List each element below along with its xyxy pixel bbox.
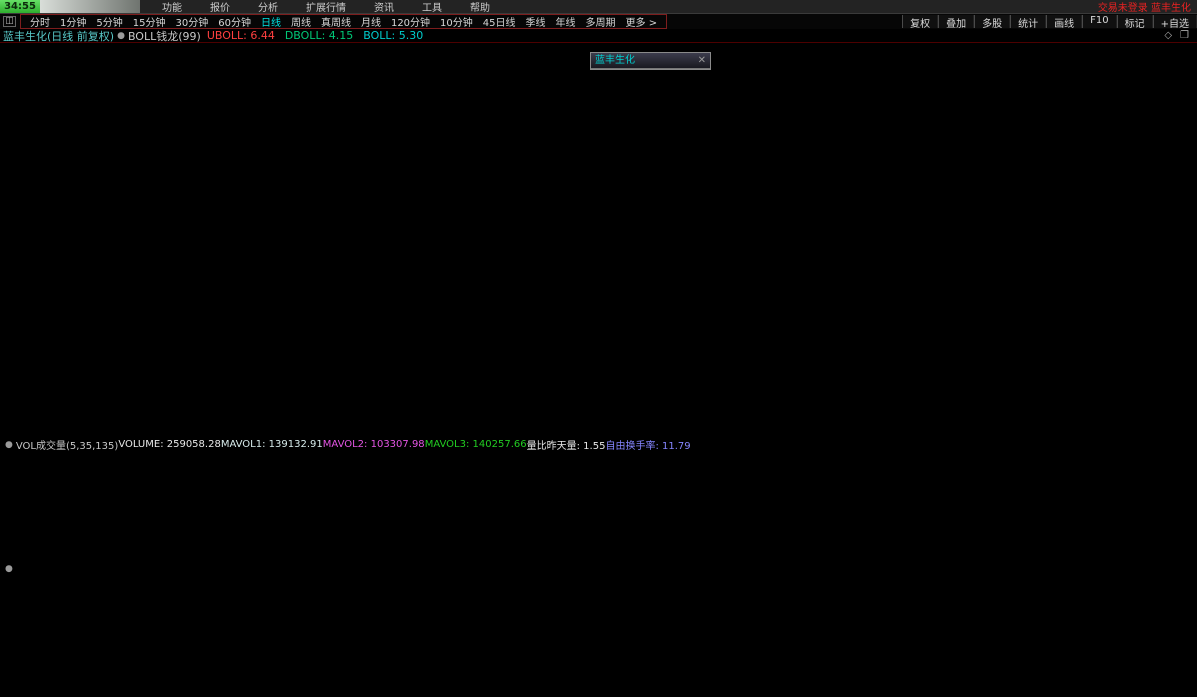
login-status[interactable]: 交易未登录 蓝丰生化: [1098, 0, 1191, 14]
popup-title-bar[interactable]: 蓝丰生化 ✕: [591, 53, 710, 69]
close-icon[interactable]: ✕: [698, 53, 706, 68]
titlebar-right-icons: ◇ ❐: [1164, 30, 1189, 41]
vol-header-item: 自由换手率: 11.79: [605, 437, 690, 452]
period-tab-季线[interactable]: 季线: [521, 14, 551, 29]
toolbar-button-F10[interactable]: F10: [1082, 15, 1116, 28]
menu-bar: 34:55 功能报价分析扩展行情资讯工具帮助 交易未登录 蓝丰生化: [0, 0, 1197, 14]
period-tab-周线[interactable]: 周线: [286, 14, 316, 29]
vol-header-item: MAVOL3: 140257.66: [425, 439, 527, 450]
toolbar-button-复权[interactable]: 复权: [902, 15, 938, 28]
chip-pane-header: ●: [2, 564, 16, 574]
toolbar-button-叠加[interactable]: 叠加: [938, 15, 974, 28]
period-tab-10分钟[interactable]: 10分钟: [435, 14, 478, 29]
diamond-icon[interactable]: ◇: [1164, 30, 1172, 41]
toolbar-button-多股[interactable]: 多股: [974, 15, 1010, 28]
pane-toggle-icon[interactable]: ●: [5, 440, 13, 450]
boll-value-DBOLL: DBOLL: 4.15: [285, 29, 353, 42]
window-split-icon[interactable]: ◫: [3, 16, 16, 27]
vol-header-item: 量比昨天量: 1.55: [527, 437, 606, 452]
toolbar-button-+自选[interactable]: +自选: [1153, 15, 1197, 28]
indicator-toggle-icon[interactable]: ●: [117, 31, 125, 41]
menu-item-资讯[interactable]: 资讯: [360, 0, 408, 14]
toolbar-button-统计[interactable]: 统计: [1010, 15, 1046, 28]
volume-pane-header: ● VOL成交量(5,35,135)VOLUME: 259058.28MAVOL…: [2, 437, 691, 452]
window-layout-icon[interactable]: ❐: [1180, 30, 1189, 41]
menu-item-工具[interactable]: 工具: [408, 0, 456, 14]
title-strip: [40, 0, 140, 13]
vol-header-item: MAVOL2: 103307.98: [323, 439, 425, 450]
period-tab-45日线[interactable]: 45日线: [478, 14, 521, 29]
toolbar-button-标记[interactable]: 标记: [1117, 15, 1153, 28]
menu-item-功能[interactable]: 功能: [148, 0, 196, 14]
session-timer: 34:55: [0, 0, 40, 13]
toolbar-right-buttons: 复权叠加多股统计画线F10标记+自选: [902, 15, 1197, 28]
menu-item-帮助[interactable]: 帮助: [456, 0, 504, 14]
vol-header-item: VOLUME: 259058.28: [118, 439, 221, 450]
period-tab-60分钟[interactable]: 60分钟: [213, 14, 256, 29]
menu-item-扩展行情[interactable]: 扩展行情: [292, 0, 360, 14]
indicator-title-bar: 蓝丰生化(日线 前复权) ● BOLL钱龙(99) UBOLL: 6.44 DBO…: [0, 29, 1197, 43]
period-tab-120分钟[interactable]: 120分钟: [386, 14, 435, 29]
pane-toggle-icon[interactable]: ●: [5, 564, 13, 574]
menu-item-分析[interactable]: 分析: [244, 0, 292, 14]
period-tab-多周期[interactable]: 多周期: [581, 14, 621, 29]
chart-canvas[interactable]: [0, 0, 1197, 697]
main-menu: 功能报价分析扩展行情资讯工具帮助: [148, 0, 504, 14]
vol-header-item: VOL成交量(5,35,135): [16, 437, 118, 452]
period-tabs: 分时1分钟5分钟15分钟30分钟60分钟日线周线真周线月线120分钟10分钟45…: [20, 14, 667, 29]
vol-header-item: MAVOL1: 139132.91: [221, 439, 323, 450]
boll-value-UBOLL: UBOLL: 6.44: [207, 29, 275, 42]
stock-title[interactable]: 蓝丰生化(日线 前复权): [3, 28, 114, 44]
menu-item-报价[interactable]: 报价: [196, 0, 244, 14]
boll-values: UBOLL: 6.44 DBOLL: 4.15 BOLL: 5.30: [207, 29, 433, 42]
period-tab-真周线[interactable]: 真周线: [316, 14, 356, 29]
toolbar-button-画线[interactable]: 画线: [1046, 15, 1082, 28]
period-tab-月线[interactable]: 月线: [356, 14, 386, 29]
period-tab-年线[interactable]: 年线: [551, 14, 581, 29]
trading-terminal: 34:55 功能报价分析扩展行情资讯工具帮助 交易未登录 蓝丰生化 ◫ 分时1分…: [0, 0, 1197, 697]
period-tab-日线[interactable]: 日线: [256, 14, 286, 29]
quote-popup[interactable]: 蓝丰生化 ✕: [590, 52, 711, 70]
period-tab-更多 >[interactable]: 更多 >: [621, 14, 663, 29]
boll-value-BOLL: BOLL: 5.30: [363, 29, 423, 42]
popup-title: 蓝丰生化: [595, 53, 635, 68]
indicator-name[interactable]: BOLL钱龙(99): [128, 28, 201, 44]
